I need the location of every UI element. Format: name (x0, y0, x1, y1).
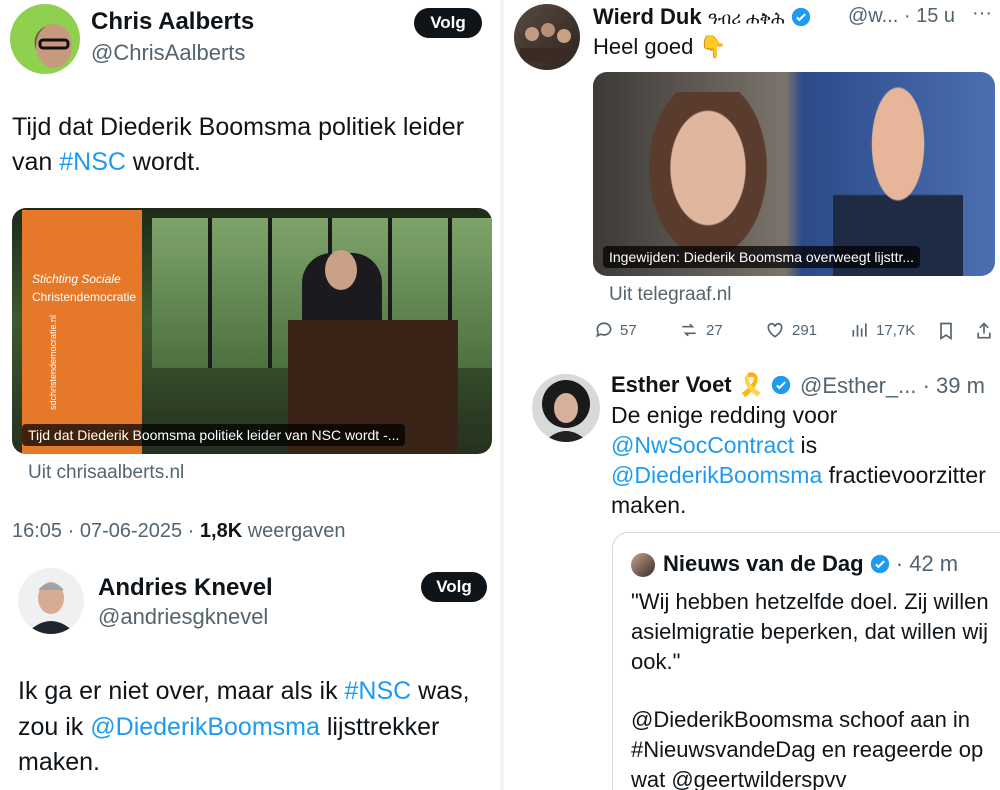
verified-badge-icon (791, 7, 811, 27)
speaker-head (325, 250, 357, 290)
mention-link[interactable]: @DiederikBoomsma (90, 713, 320, 741)
hashtag-link[interactable]: #NSC (345, 677, 412, 705)
banner-text-line1: Stichting Sociale (32, 272, 121, 286)
share-button[interactable] (974, 320, 994, 342)
reply-button[interactable]: 57 (594, 320, 637, 340)
quote-author: Nieuws van de Dag · 42 m (663, 551, 959, 576)
reply-icon (596, 322, 612, 338)
card-caption: Tijd dat Diederik Boomsma politiek leide… (22, 424, 406, 446)
tweet-text: Tijd dat Diederik Boomsma politiek leide… (12, 113, 465, 176)
bookmark-button[interactable] (936, 320, 956, 342)
like-count: 291 (792, 321, 818, 339)
verified-badge-icon (870, 554, 889, 574)
avatar-wierd-duk[interactable] (514, 4, 580, 70)
column-divider (500, 0, 504, 790)
views-count: 1,8K (199, 520, 243, 542)
avatar-chris-aalberts[interactable] (10, 4, 80, 74)
quote-text-1: "Wij hebben hetzelfde doel. Zij willen a… (631, 589, 989, 674)
reply-count: 57 (620, 321, 637, 339)
tweet-timestamp: 16:05 · 07-06-2025 · 1,8K weergaven (12, 520, 346, 542)
retweet-button[interactable]: 27 (678, 320, 723, 340)
card-source[interactable]: Uit telegraaf.nl (609, 284, 732, 306)
heart-icon (767, 322, 783, 338)
avatar-face-icon (542, 380, 590, 442)
quote-text-2: @DiederikBoomsma schoof aan in #Nieuwsva… (631, 707, 984, 790)
handle-and-time[interactable]: @w... · 15 u (848, 5, 955, 28)
author-name: Wierd Duk ዓብሪ ሐቅሕ (593, 4, 811, 30)
link-card-image[interactable]: Stichting Sociale Christendemocratie sdc… (12, 208, 492, 454)
link-card-image[interactable]: Ingewijden: Diederik Boomsma overweegt l… (593, 72, 995, 276)
tweet-text: Heel goed 👇 (593, 34, 727, 59)
retweet-icon (682, 323, 696, 337)
avatar-group-icon (520, 23, 574, 62)
share-icon (977, 322, 991, 339)
name-suffix: ዓብሪ ሐቅሕ (707, 9, 785, 28)
card-caption: Ingewijden: Diederik Boomsma overweegt l… (603, 246, 921, 268)
follow-button[interactable]: Volg (421, 572, 487, 602)
tweet-text: Ik ga er niet over, maar als ik #NSC was… (18, 677, 470, 776)
banner-url: sdchristendemocratie.nl (48, 314, 58, 410)
author-handle[interactable]: @andriesgknevel (98, 604, 268, 630)
hashtag-link[interactable]: #NSC (59, 148, 126, 176)
card-source[interactable]: Uit chrisaalberts.nl (28, 462, 184, 484)
views-count: 17,7K (876, 321, 916, 339)
banner-stand: Stichting Sociale Christendemocratie sdc… (22, 210, 142, 454)
ribbon-emoji: 🎗️ (737, 372, 766, 397)
avatar-andries-knevel[interactable] (18, 568, 84, 634)
like-button[interactable]: 291 (764, 320, 817, 340)
author-name[interactable]: Andries Knevel (98, 574, 273, 602)
quoted-tweet[interactable]: Nieuws van de Dag · 42 m "Wij hebben het… (612, 532, 1000, 790)
views-button[interactable]: 17,7K (850, 320, 915, 340)
more-options-icon[interactable]: ··· (972, 2, 992, 25)
handle-and-time[interactable]: @Esther_... · 39 m (800, 373, 985, 399)
author-name[interactable]: Chris Aalberts (91, 8, 254, 36)
views-chart-icon (852, 323, 867, 337)
avatar-face-icon (26, 582, 76, 634)
bookmark-icon (940, 322, 952, 341)
author-name: Esther Voet 🎗️ (611, 372, 791, 398)
verified-badge-icon (772, 375, 791, 395)
avatar-face-icon (36, 24, 72, 68)
follow-button[interactable]: Volg (414, 8, 482, 38)
tweet-text: De enige redding voor @NwSocContract is … (611, 402, 986, 518)
banner-text-line2: Christendemocratie (32, 290, 137, 304)
mention-link[interactable]: @NwSocContract (611, 432, 794, 458)
author-handle[interactable]: @ChrisAalberts (91, 40, 245, 66)
quote-avatar (631, 553, 655, 577)
retweet-count: 27 (706, 321, 723, 339)
mention-link[interactable]: @DiederikBoomsma (611, 462, 822, 488)
avatar-esther-voet[interactable] (532, 374, 600, 442)
